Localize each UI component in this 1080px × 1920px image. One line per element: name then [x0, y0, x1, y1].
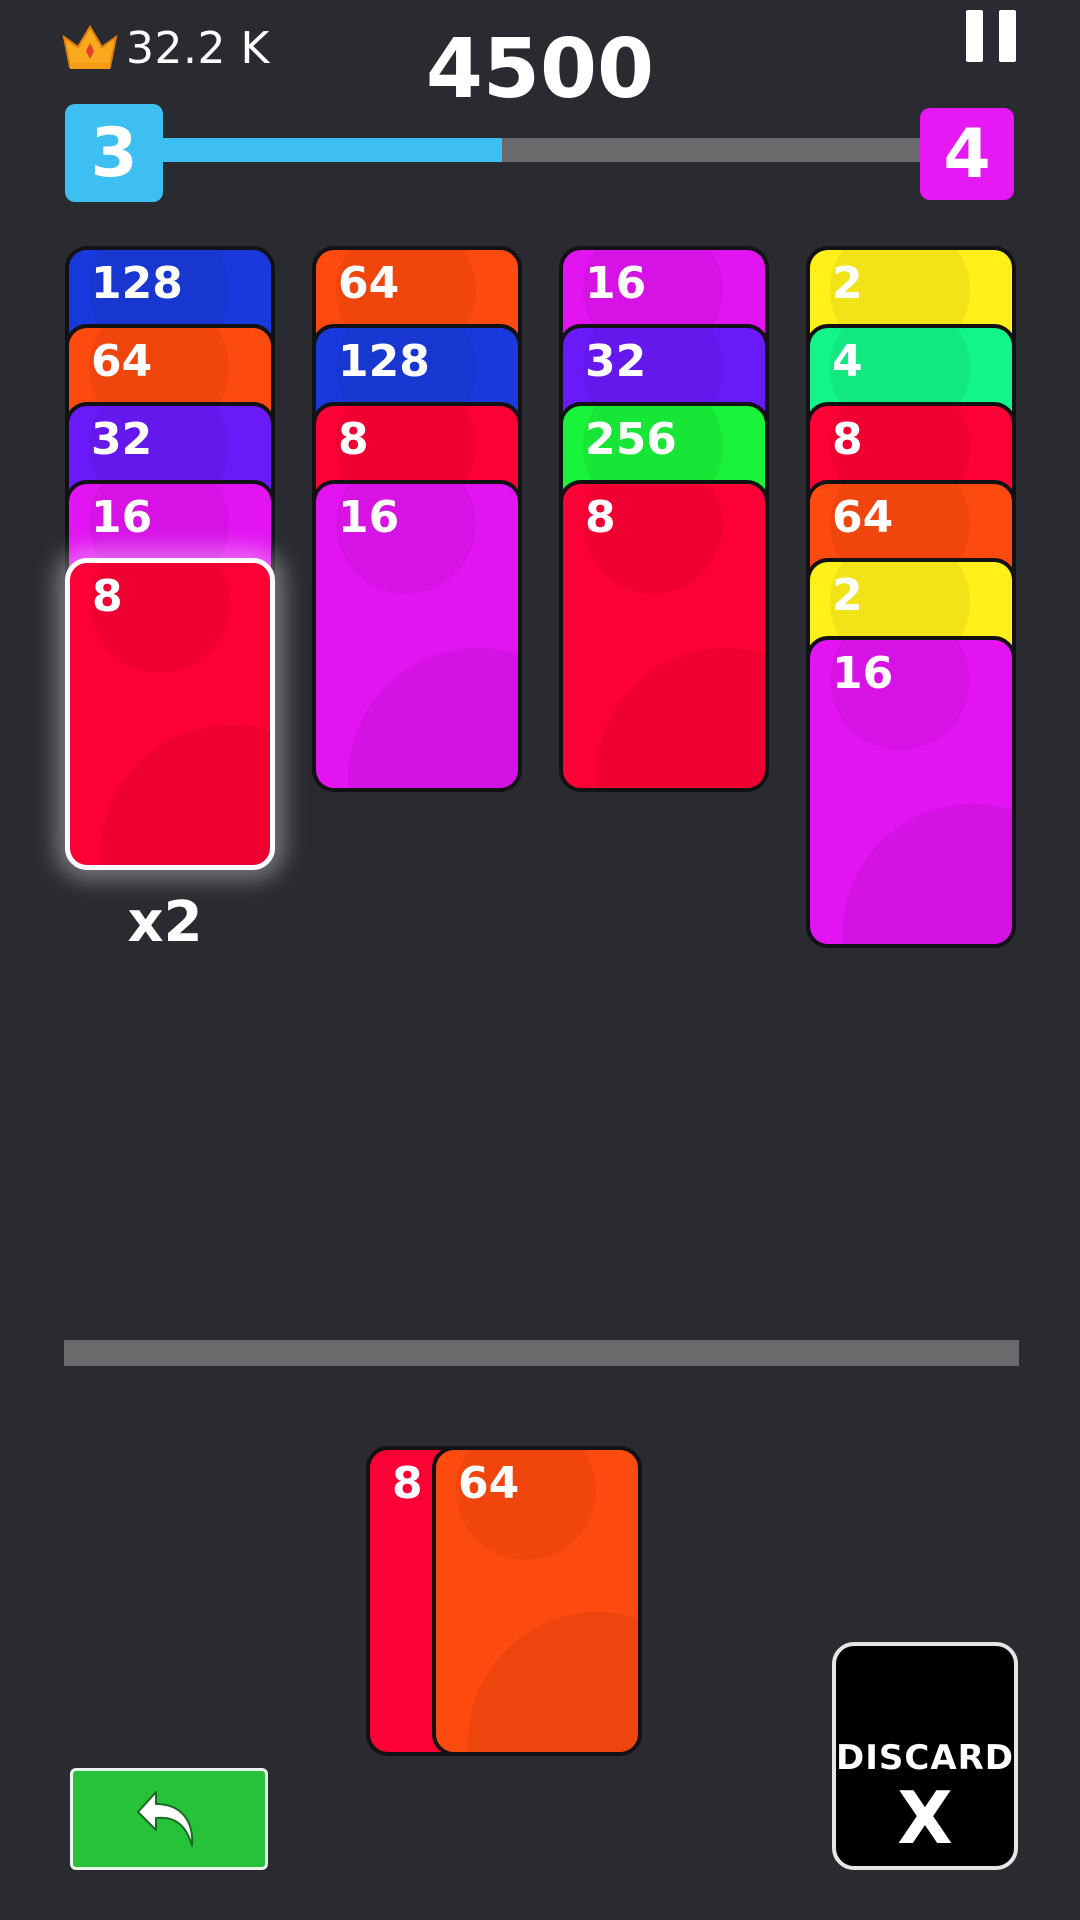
card-value: 8 — [392, 1458, 423, 1509]
card-value: 64 — [338, 258, 400, 309]
card-value: 64 — [91, 336, 153, 387]
discard-x-icon: X — [897, 1776, 953, 1860]
hand-card-front[interactable]: 64 — [432, 1446, 642, 1756]
pause-icon[interactable] — [966, 10, 1016, 62]
card-value: 32 — [585, 336, 647, 387]
card-value: 64 — [458, 1458, 520, 1509]
current-score: 4500 — [425, 22, 655, 117]
card-value: 128 — [91, 258, 183, 309]
card-value: 8 — [338, 414, 369, 465]
column-2-card[interactable]: 16 — [312, 480, 522, 792]
card-value: 8 — [585, 492, 616, 543]
card-value: 32 — [91, 414, 153, 465]
next-level-badge: 4 — [920, 108, 1014, 200]
discard-label: DISCARD — [836, 1738, 1015, 1778]
card-value: 8 — [832, 414, 863, 465]
column-3-card[interactable]: 8 — [559, 480, 769, 792]
current-level-badge: 3 — [65, 104, 163, 202]
card-value: 16 — [585, 258, 647, 309]
card-value: 16 — [338, 492, 400, 543]
card-value: 2 — [832, 570, 863, 621]
column-4-card[interactable]: 16 — [806, 636, 1016, 948]
card-value: 4 — [832, 336, 863, 387]
card-value: 2 — [832, 258, 863, 309]
card-value: 64 — [832, 492, 894, 543]
level-progress-fill — [160, 138, 502, 162]
card-value: 256 — [585, 414, 677, 465]
card-value: 16 — [91, 492, 153, 543]
card-value: 128 — [338, 336, 430, 387]
column-1-card[interactable]: 8 — [65, 558, 275, 870]
discard-button[interactable]: DISCARD X — [832, 1642, 1018, 1870]
card-value: 8 — [92, 571, 123, 622]
undo-arrow-icon — [137, 1791, 194, 1847]
undo-button[interactable] — [70, 1768, 268, 1870]
merge-multiplier: x2 — [127, 890, 203, 955]
card-value: 16 — [832, 648, 894, 699]
board-divider — [64, 1340, 1019, 1366]
